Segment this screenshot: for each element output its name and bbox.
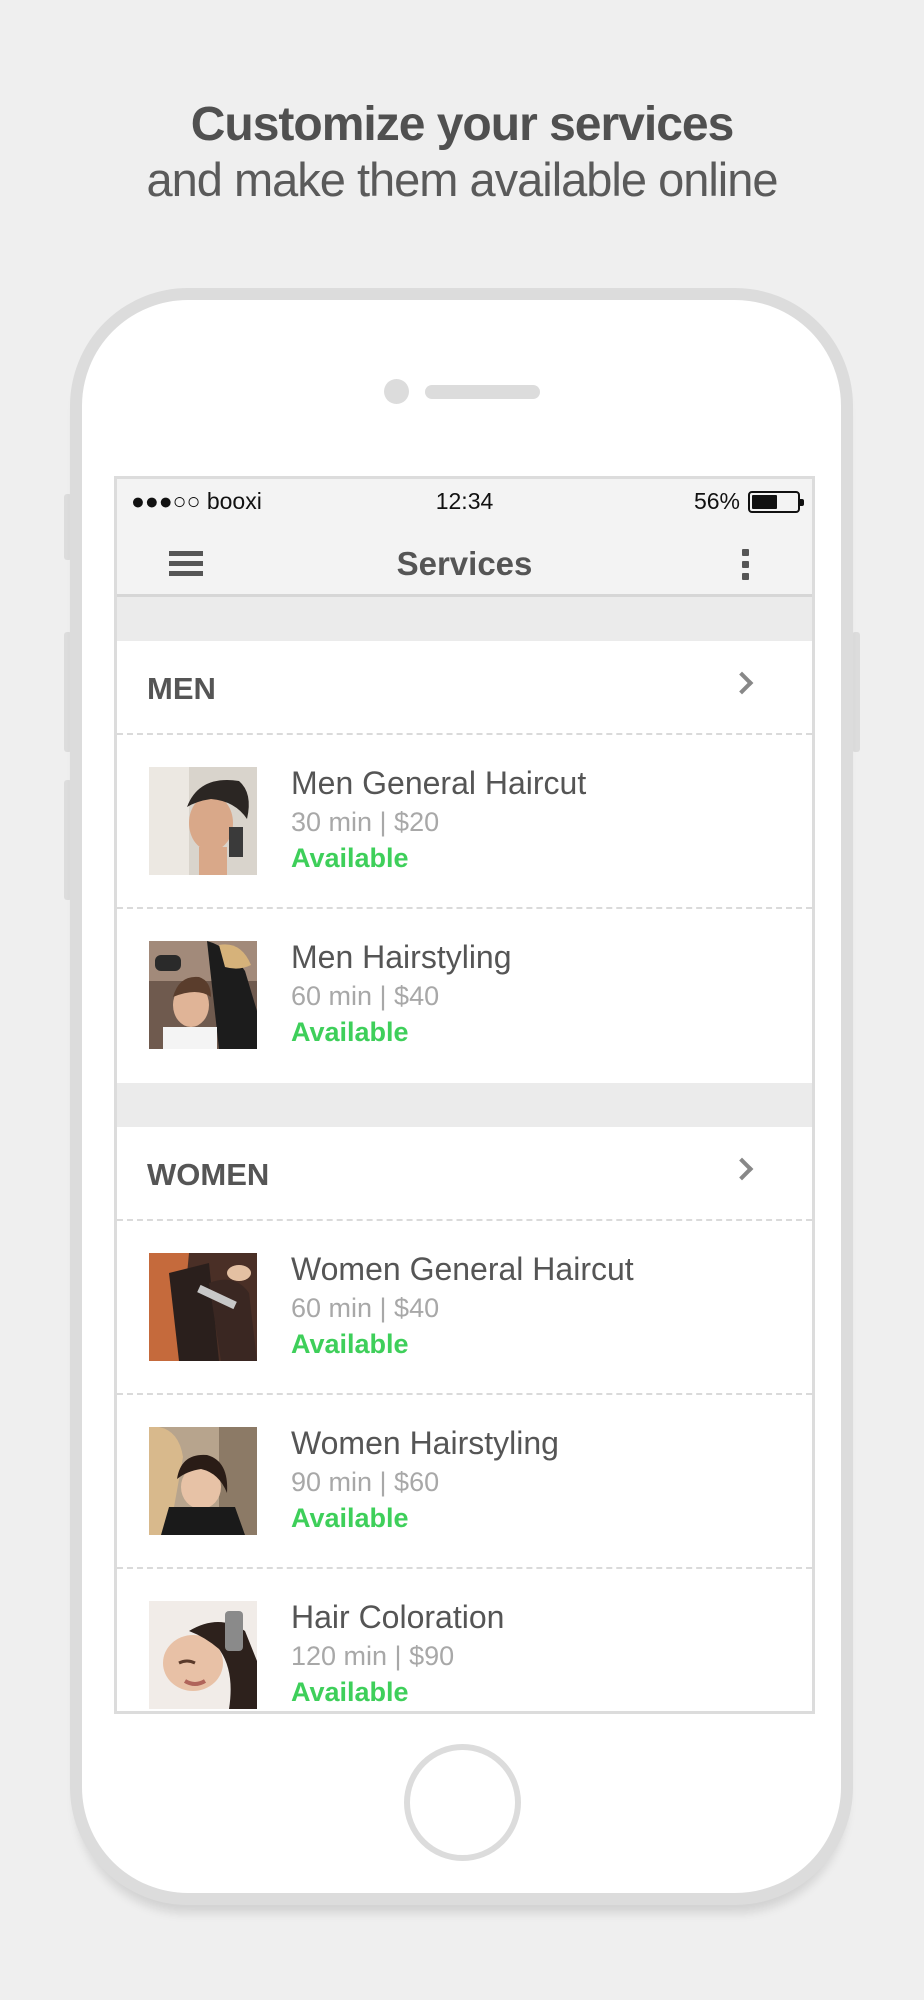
chevron-right-icon: [730, 1157, 754, 1181]
phone-home-button[interactable]: [404, 1744, 521, 1861]
service-item-women-general-haircut[interactable]: Women General Haircut 60 min | $40 Avail…: [117, 1221, 812, 1395]
service-name: Women General Haircut: [291, 1251, 634, 1287]
section-header-men[interactable]: MEN: [117, 641, 812, 735]
battery-fill: [752, 494, 777, 509]
app-screen: ●●●○○ booxi 12:34 56% Services MEN Men G…: [114, 476, 815, 1714]
phone-speaker: [425, 385, 540, 399]
section-title: WOMEN: [147, 1157, 270, 1192]
section-gap: [117, 1083, 812, 1127]
section-header-women[interactable]: WOMEN: [117, 1127, 812, 1221]
page-title: Services: [396, 545, 533, 582]
more-vertical-icon[interactable]: [742, 549, 750, 589]
battery-status: 56%: [693, 488, 804, 515]
battery-icon: [748, 490, 804, 513]
battery-tip: [800, 498, 804, 506]
headline-subtitle: and make them available online: [146, 153, 778, 206]
service-thumbnail: [149, 1253, 257, 1361]
service-availability: Available: [291, 1329, 409, 1359]
service-thumbnail: [149, 941, 257, 1049]
service-thumbnail: [149, 1601, 257, 1709]
service-duration-price: 60 min | $40: [291, 981, 440, 1011]
service-item-hair-coloration[interactable]: Hair Coloration 120 min | $90 Available: [117, 1569, 812, 1711]
chevron-right-icon: [730, 671, 754, 695]
service-thumbnail: [149, 767, 257, 875]
status-bar: ●●●○○ booxi 12:34 56%: [117, 479, 812, 521]
section-gap: [117, 597, 812, 641]
service-duration-price: 120 min | $90: [291, 1641, 455, 1671]
service-item-men-hairstyling[interactable]: Men Hairstyling 60 min | $40 Available: [117, 909, 812, 1083]
service-item-men-general-haircut[interactable]: Men General Haircut 30 min | $20 Availab…: [117, 735, 812, 909]
service-name: Women Hairstyling: [291, 1425, 559, 1461]
service-availability: Available: [291, 843, 409, 873]
section-title: MEN: [147, 671, 216, 706]
marketing-headline: Customize your services and make them av…: [0, 96, 924, 206]
service-duration-price: 90 min | $60: [291, 1467, 440, 1497]
phone-camera: [384, 379, 409, 404]
phone-power-button: [852, 632, 860, 752]
section-men: MEN Men General Haircut 30 min | $20 Ava…: [117, 641, 812, 1083]
service-availability: Available: [291, 1677, 409, 1707]
section-women: WOMEN Women General Haircut 60 min | $40: [117, 1127, 812, 1711]
service-name: Men Hairstyling: [291, 939, 512, 975]
service-item-women-hairstyling[interactable]: Women Hairstyling 90 min | $60 Available: [117, 1395, 812, 1569]
service-duration-price: 30 min | $20: [291, 807, 440, 837]
services-list: MEN Men General Haircut 30 min | $20 Ava…: [117, 597, 812, 1711]
battery-percentage: 56%: [693, 488, 740, 514]
service-thumbnail: [149, 1427, 257, 1535]
service-duration-price: 60 min | $40: [291, 1293, 440, 1323]
service-name: Hair Coloration: [291, 1599, 505, 1635]
service-availability: Available: [291, 1017, 409, 1047]
headline-title: Customize your services: [190, 98, 735, 151]
service-name: Men General Haircut: [291, 765, 587, 801]
service-availability: Available: [291, 1503, 409, 1533]
navigation-bar: Services: [117, 521, 812, 597]
